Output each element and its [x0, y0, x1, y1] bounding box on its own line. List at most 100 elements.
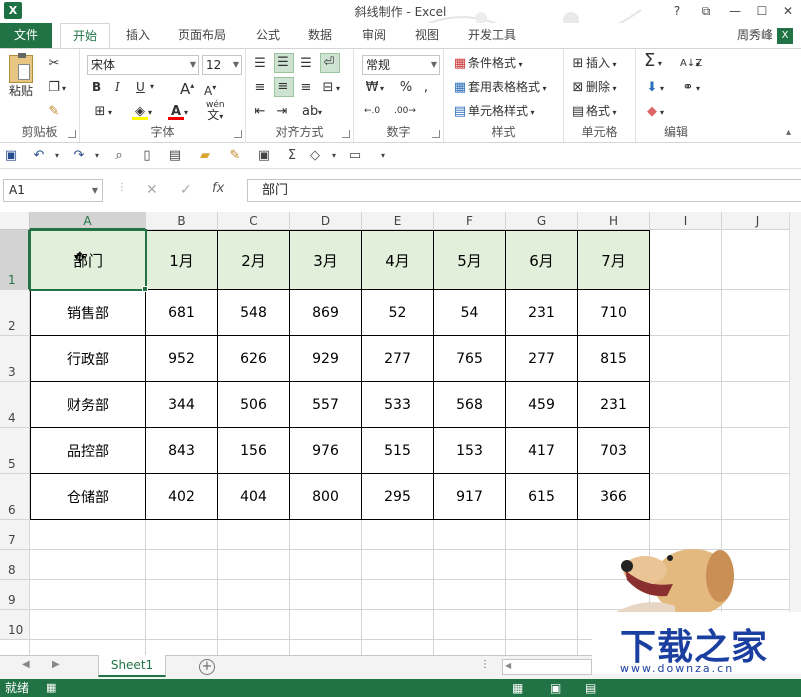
tab-home[interactable]: 开始 — [60, 23, 110, 48]
macro-record-icon[interactable]: ▦ — [46, 679, 56, 697]
table-cell[interactable]: 295 — [362, 474, 434, 520]
sort-filter-button[interactable]: A↓Z▾ — [680, 55, 702, 73]
percent-button[interactable]: % — [398, 79, 414, 96]
user-name[interactable]: 周秀峰 — [737, 23, 773, 48]
decrease-indent-button[interactable]: ⇤ — [252, 103, 268, 120]
column-header-d[interactable]: D — [290, 212, 362, 230]
table-cell[interactable]: 财务部 — [30, 382, 146, 428]
table-header-cell[interactable]: 2月 — [218, 230, 290, 290]
help-button[interactable]: ? — [666, 2, 688, 20]
table-header-cell[interactable]: 6月 — [506, 230, 578, 290]
clear-button[interactable]: ◆ ▾ — [644, 103, 664, 121]
table-cell[interactable]: 765 — [434, 336, 506, 382]
table-cell[interactable]: 54 — [434, 290, 506, 336]
fill-handle[interactable] — [142, 286, 148, 292]
horizontal-scrollbar[interactable]: ◀ — [502, 659, 592, 675]
tab-split-grip-icon[interactable]: ⋮ — [480, 659, 490, 670]
column-header-b[interactable]: B — [146, 212, 218, 230]
table-cell[interactable]: 277 — [506, 336, 578, 382]
select-all-corner[interactable] — [0, 212, 30, 230]
print-preview-icon[interactable]: ⌕ — [110, 147, 128, 165]
font-name-select[interactable]: 宋体 ▼ — [87, 55, 199, 75]
align-bottom-button[interactable]: ☰ — [298, 55, 314, 72]
italic-button[interactable]: I — [115, 79, 120, 95]
increase-indent-button[interactable]: ⇥ — [274, 103, 290, 120]
table-header-cell[interactable]: 7月 — [578, 230, 650, 290]
table-cell[interactable]: 404 — [218, 474, 290, 520]
row-header-9[interactable]: 9 — [0, 580, 30, 610]
delete-cells-button[interactable]: ⊠ 删除 ▾ — [570, 79, 617, 97]
align-left-button[interactable]: ≡ — [252, 79, 268, 96]
tab-data[interactable]: 数据 — [298, 23, 342, 48]
column-header-c[interactable]: C — [218, 212, 290, 230]
border-button[interactable]: ⊞ ▾ — [92, 103, 112, 121]
table-cell[interactable]: 626 — [218, 336, 290, 382]
number-launcher-icon[interactable] — [432, 130, 440, 138]
decrease-font-icon[interactable]: A▾ — [204, 80, 216, 99]
table-cell[interactable]: 917 — [434, 474, 506, 520]
increase-decimal-button[interactable]: ←.0 — [364, 103, 380, 119]
font-color-button[interactable]: A ▾ — [168, 103, 188, 121]
table-header-cell[interactable]: 4月 — [362, 230, 434, 290]
prev-sheet-icon[interactable]: ◀ — [22, 659, 30, 670]
table-cell[interactable]: 710 — [578, 290, 650, 336]
wrap-text-button[interactable]: ⏎ — [320, 53, 340, 73]
increase-font-icon[interactable]: A▴ — [180, 78, 194, 97]
table-cell[interactable]: 行政部 — [30, 336, 146, 382]
table-cell[interactable]: 506 — [218, 382, 290, 428]
clipboard-launcher-icon[interactable] — [68, 130, 76, 138]
align-right-button[interactable]: ≡ — [298, 79, 314, 96]
redo-icon[interactable]: ↷ — [70, 147, 88, 165]
number-format-select[interactable]: 常规 ▼ — [362, 55, 440, 75]
orientation-button[interactable]: ab▾ — [302, 103, 322, 121]
open-folder-icon[interactable]: ▰ — [196, 147, 214, 165]
table-cell[interactable]: 929 — [290, 336, 362, 382]
sum-qat-icon[interactable]: Σ — [283, 147, 301, 165]
cell-styles-button[interactable]: ▤ 单元格样式 ▾ — [452, 103, 535, 121]
table-cell[interactable]: 402 — [146, 474, 218, 520]
table-cell[interactable]: 952 — [146, 336, 218, 382]
conditional-format-button[interactable]: ▦ 条件格式 ▾ — [452, 55, 523, 73]
customize-qat-icon[interactable]: ▾ — [374, 147, 392, 165]
column-header-h[interactable]: H — [578, 212, 650, 230]
insert-cells-button[interactable]: ⊞ 插入 ▾ — [570, 55, 617, 73]
table-cell[interactable]: 156 — [218, 428, 290, 474]
underline-button[interactable]: U — [136, 79, 145, 95]
page-layout-view-icon[interactable]: ▣ — [550, 679, 561, 697]
align-middle-button[interactable]: ☰ — [274, 53, 294, 73]
table-header-cell[interactable]: 3月 — [290, 230, 362, 290]
table-cell[interactable]: 231 — [506, 290, 578, 336]
user-avatar-icon[interactable]: X — [777, 28, 793, 44]
next-sheet-icon[interactable]: ▶ — [52, 659, 60, 670]
table-cell[interactable]: 533 — [362, 382, 434, 428]
decrease-decimal-button[interactable]: .00→ — [394, 103, 416, 119]
page-break-view-icon[interactable]: ▤ — [585, 679, 596, 697]
copy-button[interactable]: ❐ ▾ — [46, 79, 66, 97]
vertical-scrollbar[interactable] — [789, 212, 801, 655]
row-header-8[interactable]: 8 — [0, 550, 30, 580]
row-header-6[interactable]: 6 — [0, 474, 30, 520]
new-file-icon[interactable]: ▯ — [138, 147, 156, 165]
sheet-tab-sheet1[interactable]: Sheet1 — [98, 655, 166, 677]
column-header-e[interactable]: E — [362, 212, 434, 230]
close-button[interactable]: ✕ — [777, 2, 799, 20]
save-as-icon[interactable]: ▣ — [255, 147, 273, 165]
column-header-j[interactable]: J — [722, 212, 794, 230]
underline-dropdown-icon[interactable]: ▾ — [150, 79, 154, 95]
row-header-2[interactable]: 2 — [0, 290, 30, 336]
add-sheet-icon[interactable]: + — [199, 659, 215, 675]
font-launcher-icon[interactable] — [234, 130, 242, 138]
textbox-icon[interactable]: ▭ — [346, 147, 364, 165]
autosum-button[interactable]: Σ ▾ — [644, 52, 662, 72]
format-as-table-button[interactable]: ▦ 套用表格格式 ▾ — [452, 79, 547, 97]
align-center-button[interactable]: ≡ — [274, 77, 294, 97]
tab-insert[interactable]: 插入 — [115, 23, 161, 48]
align-top-button[interactable]: ☰ — [252, 55, 268, 72]
column-header-i[interactable]: I — [650, 212, 722, 230]
table-cell[interactable]: 153 — [434, 428, 506, 474]
table-cell[interactable]: 976 — [290, 428, 362, 474]
table-cell[interactable]: 仓储部 — [30, 474, 146, 520]
row-header-4[interactable]: 4 — [0, 382, 30, 428]
shapes-dropdown-icon[interactable]: ▾ — [325, 147, 343, 165]
row-header-7[interactable]: 7 — [0, 520, 30, 550]
